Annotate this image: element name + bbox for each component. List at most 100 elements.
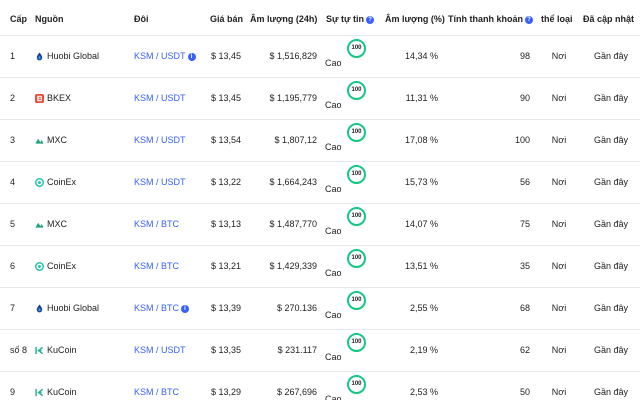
volume-pct-cell: 14,34 % <box>404 51 438 61</box>
confidence-label: Cao <box>325 184 342 194</box>
volume-pct-cell: 11,31 % <box>405 93 438 103</box>
pair-link[interactable]: KSM / USDT <box>134 345 186 355</box>
header-pair[interactable]: Đôi <box>134 14 149 24</box>
source-name[interactable]: Huobi Global <box>47 51 99 61</box>
source-cell[interactable]: CoinEx <box>35 177 76 187</box>
table-row[interactable]: 7 Huobi Global KSM / BTC i $ 13,39 $ 270.136 C… <box>0 288 640 330</box>
volume-pct-cell: 15,73 % <box>404 177 438 187</box>
pair-cell[interactable]: KSM / USDT <box>134 135 186 145</box>
rank-cell: 3 <box>10 135 16 145</box>
info-icon[interactable]: ? <box>525 16 533 24</box>
price-cell: $ 13,21 <box>211 261 242 271</box>
confidence-score-badge[interactable]: 100 <box>347 165 366 184</box>
updated-cell: Gần đây <box>593 135 628 145</box>
header-volume-pct[interactable]: Âm lượng (%) <box>385 14 445 24</box>
confidence-label: Cao <box>325 142 342 152</box>
rank-cell: 5 <box>10 219 16 229</box>
header-liquidity[interactable]: Tính thanh khoản? <box>448 14 533 24</box>
info-icon[interactable]: ? <box>366 16 375 24</box>
category-cell: Nơi <box>551 345 567 355</box>
source-cell[interactable]: MXC <box>35 219 67 229</box>
pair-cell[interactable]: KSM / BTC <box>134 219 179 229</box>
table-row[interactable]: 3 MXC KSM / USDT $ 13,54 $ 1,807,12 Cao 100 17,… <box>0 120 640 162</box>
pair-cell[interactable]: KSM / USDT i <box>134 51 196 61</box>
price-cell: $ 13,45 <box>211 93 242 103</box>
table-row[interactable]: 4 CoinEx KSM / USDT $ 13,22 $ 1,664,243 Cao 10… <box>0 162 640 204</box>
confidence-score-badge[interactable]: 100 <box>347 249 366 268</box>
header-confidence-label: Sự tự tin <box>326 14 365 24</box>
table-row[interactable]: 1 Huobi Global KSM / USDT i $ 13,45 $ 1,516,8… <box>0 36 640 78</box>
confidence-label: Cao <box>325 394 342 400</box>
volume-pct-cell: 17,08 % <box>404 135 438 145</box>
table-row[interactable]: 9 KuCoin KSM / BTC $ 13,29 $ 267,696 Cao 100 2,… <box>0 372 640 400</box>
pair-link[interactable]: KSM / BTC <box>134 261 179 271</box>
header-rank[interactable]: Cấp <box>10 14 27 24</box>
source-name[interactable]: KuCoin <box>47 387 77 397</box>
kucoin-icon <box>35 346 44 355</box>
header-volume[interactable]: Âm lượng (24h) <box>250 14 317 24</box>
source-name[interactable]: MXC <box>47 135 67 145</box>
pair-link[interactable]: KSM / BTC <box>134 219 179 229</box>
updated-cell: Gần đây <box>593 93 628 103</box>
category-cell: Nơi <box>551 261 567 271</box>
rank-cell: 6 <box>10 261 16 271</box>
source-cell[interactable]: Huobi Global <box>35 51 99 61</box>
category-cell: Nơi <box>551 135 567 145</box>
liquidity-cell: 75 <box>519 219 530 229</box>
volume-cell: $ 267,696 <box>276 387 317 397</box>
confidence-score-badge[interactable]: 100 <box>347 123 366 142</box>
source-cell[interactable]: Huobi Global <box>35 303 99 313</box>
source-cell[interactable]: CoinEx <box>35 261 76 271</box>
info-icon[interactable]: i <box>181 305 190 313</box>
confidence-score-badge[interactable]: 100 <box>347 333 366 352</box>
pair-link[interactable]: KSM / BTC <box>134 387 179 397</box>
source-name[interactable]: BKEX <box>47 93 71 103</box>
source-name[interactable]: MXC <box>47 219 67 229</box>
info-icon[interactable]: i <box>187 53 196 61</box>
mxc-icon <box>35 136 44 145</box>
price-cell: $ 13,29 <box>211 387 242 397</box>
pair-link[interactable]: KSM / USDT <box>134 177 186 187</box>
header-confidence[interactable]: Sự tự tin? <box>326 14 375 24</box>
confidence-score-badge[interactable]: 100 <box>347 39 366 58</box>
pair-cell[interactable]: KSM / BTC <box>134 261 179 271</box>
volume-cell: $ 1,516,829 <box>269 51 317 61</box>
volume-cell: $ 1,429,339 <box>269 261 317 271</box>
pair-cell[interactable]: KSM / USDT <box>134 177 186 187</box>
kucoin-icon <box>35 388 44 397</box>
pair-cell[interactable]: KSM / BTC <box>134 387 179 397</box>
source-cell[interactable]: KuCoin <box>35 387 77 397</box>
source-cell[interactable]: BKEX <box>35 93 71 103</box>
header-source[interactable]: Nguồn <box>35 14 64 24</box>
confidence-score-badge[interactable]: 100 <box>347 291 366 310</box>
confidence-score-badge[interactable]: 100 <box>347 375 366 394</box>
pair-link[interactable]: KSM / USDT <box>134 51 186 61</box>
confidence-score-badge[interactable]: 100 <box>347 207 366 226</box>
price-cell: $ 13,35 <box>211 345 242 355</box>
source-cell[interactable]: KuCoin <box>35 345 77 355</box>
pair-link[interactable]: KSM / USDT <box>134 93 186 103</box>
rank-cell: số 8 <box>10 345 28 355</box>
header-updated[interactable]: Đã cập nhật <box>583 14 634 24</box>
table-row[interactable]: 5 MXC KSM / BTC $ 13,13 $ 1,487,770 Cao 100 14,… <box>0 204 640 246</box>
confidence-label: Cao <box>325 100 342 110</box>
pair-link[interactable]: KSM / BTC <box>134 303 179 313</box>
header-price[interactable]: Giá bán <box>210 14 243 24</box>
source-cell[interactable]: MXC <box>35 135 67 145</box>
pair-cell[interactable]: KSM / USDT <box>134 345 186 355</box>
header-category[interactable]: thể loại <box>541 14 573 24</box>
source-name[interactable]: KuCoin <box>47 345 77 355</box>
source-name[interactable]: Huobi Global <box>47 303 99 313</box>
table-row[interactable]: số 8 KuCoin KSM / USDT $ 13,35 $ 231.117 Cao 1… <box>0 330 640 372</box>
source-name[interactable]: CoinEx <box>47 261 76 271</box>
pair-cell[interactable]: KSM / USDT <box>134 93 186 103</box>
volume-cell: $ 1,195,779 <box>269 93 317 103</box>
source-name[interactable]: CoinEx <box>47 177 76 187</box>
table-row[interactable]: 2 BKEX KSM / USDT $ 13,45 $ 1,195,779 Cao 100 1… <box>0 78 640 120</box>
pair-link[interactable]: KSM / USDT <box>134 135 186 145</box>
liquidity-cell: 100 <box>514 135 530 145</box>
confidence-score-badge[interactable]: 100 <box>347 81 366 100</box>
table-row[interactable]: 6 CoinEx KSM / BTC $ 13,21 $ 1,429,339 Cao 100… <box>0 246 640 288</box>
confidence-label: Cao <box>325 352 342 362</box>
pair-cell[interactable]: KSM / BTC i <box>134 303 190 313</box>
